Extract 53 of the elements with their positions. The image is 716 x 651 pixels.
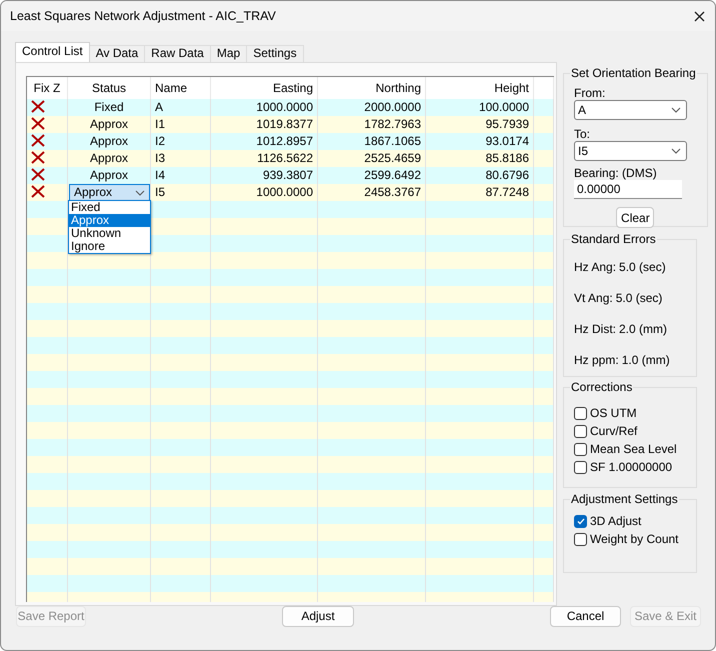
checkbox[interactable] — [574, 532, 587, 546]
checkbox-label[interactable]: SF 1.00000000 — [590, 460, 672, 474]
group-title: Set Orientation Bearing — [570, 67, 697, 80]
error-value: 1.0 (mm) — [622, 353, 670, 367]
tab[interactable]: Map — [210, 45, 248, 62]
chevron-down-icon[interactable] — [671, 107, 681, 113]
error-label: Hz ppm: — [574, 353, 619, 367]
clear-button[interactable]: Clear — [616, 207, 654, 228]
dropdown-field[interactable]: A — [574, 100, 687, 120]
cross-icon[interactable] — [31, 100, 45, 113]
checkbox-label[interactable]: 3D Adjust — [590, 514, 642, 528]
error-label: Hz Dist: — [574, 322, 616, 336]
tab[interactable]: Settings — [246, 45, 304, 62]
checkbox[interactable] — [574, 442, 587, 456]
error-label: Hz Ang: — [574, 260, 616, 274]
close-icon[interactable] — [694, 10, 705, 22]
checkbox[interactable] — [574, 424, 587, 438]
action-button[interactable]: Cancel — [550, 606, 621, 626]
dropdown-field[interactable]: I5 — [574, 141, 687, 161]
group-title: Adjustment Settings — [570, 493, 679, 506]
error-value: 5.0 (sec) — [619, 260, 666, 274]
checkbox-label[interactable]: Curv/Ref — [590, 424, 638, 438]
group-title: Corrections — [570, 381, 634, 394]
error-label: Vt Ang: — [574, 291, 613, 305]
cross-icon[interactable] — [31, 185, 45, 198]
field-label: Bearing: (DMS) — [574, 166, 658, 180]
status-dropdown[interactable]: Approx — [69, 184, 150, 201]
group-title: Standard Errors — [570, 233, 657, 246]
cross-icon[interactable] — [31, 134, 45, 147]
cross-icon[interactable] — [31, 151, 45, 164]
window-title: Least Squares Network Adjustment - AIC_TRAV — [10, 9, 276, 23]
dropdown-option[interactable]: Approx — [69, 214, 150, 227]
error-value: 5.0 (sec) — [616, 291, 662, 305]
checkmark-icon — [576, 518, 584, 524]
field-label: To: — [574, 127, 592, 141]
cross-icon[interactable] — [31, 168, 45, 181]
checkbox-label[interactable]: Weight by Count — [590, 532, 678, 546]
dropdown-option[interactable]: Unknown — [69, 227, 150, 240]
dropdown-option[interactable]: Ignore — [69, 240, 150, 253]
error-value: 2.0 (mm) — [619, 322, 667, 336]
chevron-down-icon[interactable] — [671, 148, 681, 154]
checkbox-label[interactable]: OS UTM — [590, 406, 637, 420]
checkbox[interactable] — [574, 460, 587, 474]
action-button[interactable]: Adjust — [282, 606, 354, 626]
dropdown-option[interactable]: Fixed — [69, 201, 150, 214]
field-label: From: — [574, 86, 606, 100]
tab[interactable]: Control List — [15, 42, 90, 62]
cross-icon[interactable] — [31, 117, 45, 130]
checkbox-label[interactable]: Mean Sea Level — [590, 442, 677, 456]
checkbox[interactable] — [574, 406, 587, 420]
checkbox[interactable] — [574, 514, 587, 528]
chevron-down-icon[interactable] — [135, 190, 145, 196]
input-field[interactable]: 0.00000 — [574, 180, 682, 199]
